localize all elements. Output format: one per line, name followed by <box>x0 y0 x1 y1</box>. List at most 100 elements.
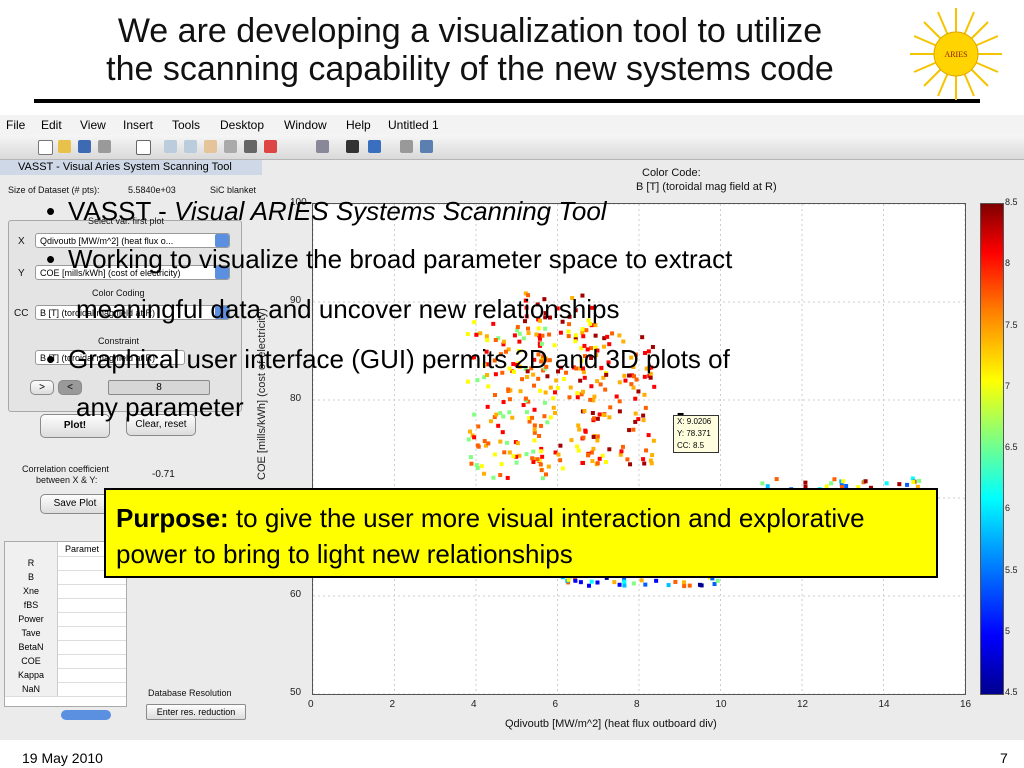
scatter-point <box>612 580 617 585</box>
scatter-point <box>521 403 526 408</box>
new-file-icon[interactable] <box>38 140 53 155</box>
scatter-point <box>651 438 656 443</box>
scatter-point <box>486 441 491 446</box>
scatter-point <box>654 578 659 583</box>
menu-view[interactable]: View <box>80 118 106 132</box>
datatip-y: Y: 78.371 <box>677 429 711 438</box>
menu-desktop[interactable]: Desktop <box>220 118 264 132</box>
scatter-point <box>603 387 608 392</box>
x-axis-label: Qdivoutb [MW/m^2] (heat flux outboard di… <box>505 718 717 730</box>
colorbar-tick-label: 5.5 <box>1005 564 1018 575</box>
table-row[interactable]: BetaN <box>5 640 126 655</box>
table-row[interactable]: fBS <box>5 598 126 613</box>
rotate-icon[interactable] <box>224 140 237 153</box>
param-label: Xne <box>5 584 58 598</box>
scatter-point <box>644 448 649 453</box>
table-row[interactable]: Kappa <box>5 668 126 683</box>
save-icon[interactable] <box>78 140 91 153</box>
scatter-point <box>551 405 556 410</box>
menu-window[interactable]: Window <box>284 118 327 132</box>
scatter-point <box>532 423 537 428</box>
zoom-in-icon[interactable] <box>164 140 177 153</box>
scatter-point <box>546 464 551 469</box>
scatter-point <box>524 410 529 415</box>
scatter-point <box>530 456 535 461</box>
scatter-point <box>560 466 565 471</box>
menu-tools[interactable]: Tools <box>172 118 200 132</box>
colorbar-icon[interactable] <box>346 140 359 153</box>
scatter-point <box>575 391 580 396</box>
brush-icon[interactable] <box>264 140 277 153</box>
table-row[interactable]: COE <box>5 654 126 669</box>
bullet-3-text-1: Graphical user interface (GUI) permits 2… <box>68 344 730 374</box>
menu-insert[interactable]: Insert <box>123 118 153 132</box>
pan-icon[interactable] <box>204 140 217 153</box>
scatter-point <box>617 399 622 404</box>
link-icon[interactable] <box>316 140 329 153</box>
correlation-label-2: between X & Y: <box>36 475 98 485</box>
enter-res-reduction-button[interactable]: Enter res. reduction <box>146 704 246 720</box>
scatter-point <box>884 481 889 486</box>
scatter-point <box>535 457 540 462</box>
scatter-point <box>633 419 638 424</box>
scatter-point <box>532 383 537 388</box>
table-scrollbar[interactable] <box>61 710 111 720</box>
menu-bar: File Edit View Insert Tools Desktop Wind… <box>0 115 1024 135</box>
bullet-3-line-2: any parameter <box>76 392 244 422</box>
hide-plot-tools-icon[interactable] <box>400 140 413 153</box>
correlation-value: -0.71 <box>152 469 175 480</box>
table-row[interactable]: Tave <box>5 626 126 641</box>
scatter-point <box>673 579 678 584</box>
scatter-point <box>631 581 636 586</box>
param-label: Tave <box>5 626 58 640</box>
scatter-point <box>592 416 597 421</box>
color-code-title: Color Code: <box>642 167 701 179</box>
print-icon[interactable] <box>98 140 111 153</box>
scatter-point <box>911 480 916 485</box>
open-folder-icon[interactable] <box>58 140 71 153</box>
menu-untitled[interactable]: Untitled 1 <box>388 118 439 132</box>
param-label: Kappa <box>5 668 58 682</box>
scatter-point <box>646 433 651 438</box>
table-row[interactable]: Xne <box>5 584 126 599</box>
scatter-point <box>540 454 545 459</box>
pointer-icon[interactable] <box>136 140 151 155</box>
zoom-out-icon[interactable] <box>184 140 197 153</box>
scatter-point <box>518 389 523 394</box>
scatter-point <box>558 458 563 463</box>
scatter-point <box>568 385 573 390</box>
scatter-point <box>607 447 612 452</box>
show-plot-tools-icon[interactable] <box>420 140 433 153</box>
scatter-point <box>482 471 487 476</box>
table-row[interactable]: NaN <box>5 682 126 697</box>
scatter-point <box>595 438 600 443</box>
menu-edit[interactable]: Edit <box>41 118 62 132</box>
scatter-point <box>475 465 480 470</box>
scatter-point <box>469 461 474 466</box>
scatter-point <box>589 579 594 584</box>
colorbar-tick-label: 6 <box>1005 503 1011 514</box>
data-tip[interactable]: X: 9.0206 Y: 78.371 CC: 8.5 <box>673 415 719 453</box>
scatter-point <box>581 389 586 394</box>
scatter-point <box>492 452 497 457</box>
datacursor-icon[interactable] <box>244 140 257 153</box>
scatter-point <box>580 461 585 466</box>
menu-file[interactable]: File <box>6 118 25 132</box>
scatter-point <box>543 472 548 477</box>
scatter-point <box>569 438 574 443</box>
scatter-point <box>566 577 571 582</box>
scatter-point <box>515 441 520 446</box>
scatter-point <box>590 410 595 415</box>
bullet-2-text-1: Working to visualize the broad parameter… <box>68 244 733 274</box>
scatter-point <box>482 439 487 444</box>
legend-icon[interactable] <box>368 140 381 153</box>
y-axis-label: Y <box>18 268 25 279</box>
table-row[interactable]: Power <box>5 612 126 627</box>
scatter-point <box>545 420 550 425</box>
menu-help[interactable]: Help <box>346 118 371 132</box>
colorbar-tick-label: 5 <box>1005 625 1011 636</box>
save-plot-button[interactable]: Save Plot <box>40 494 110 514</box>
scatter-point <box>501 414 506 419</box>
title-underline <box>34 99 980 103</box>
scatter-point <box>589 450 594 455</box>
